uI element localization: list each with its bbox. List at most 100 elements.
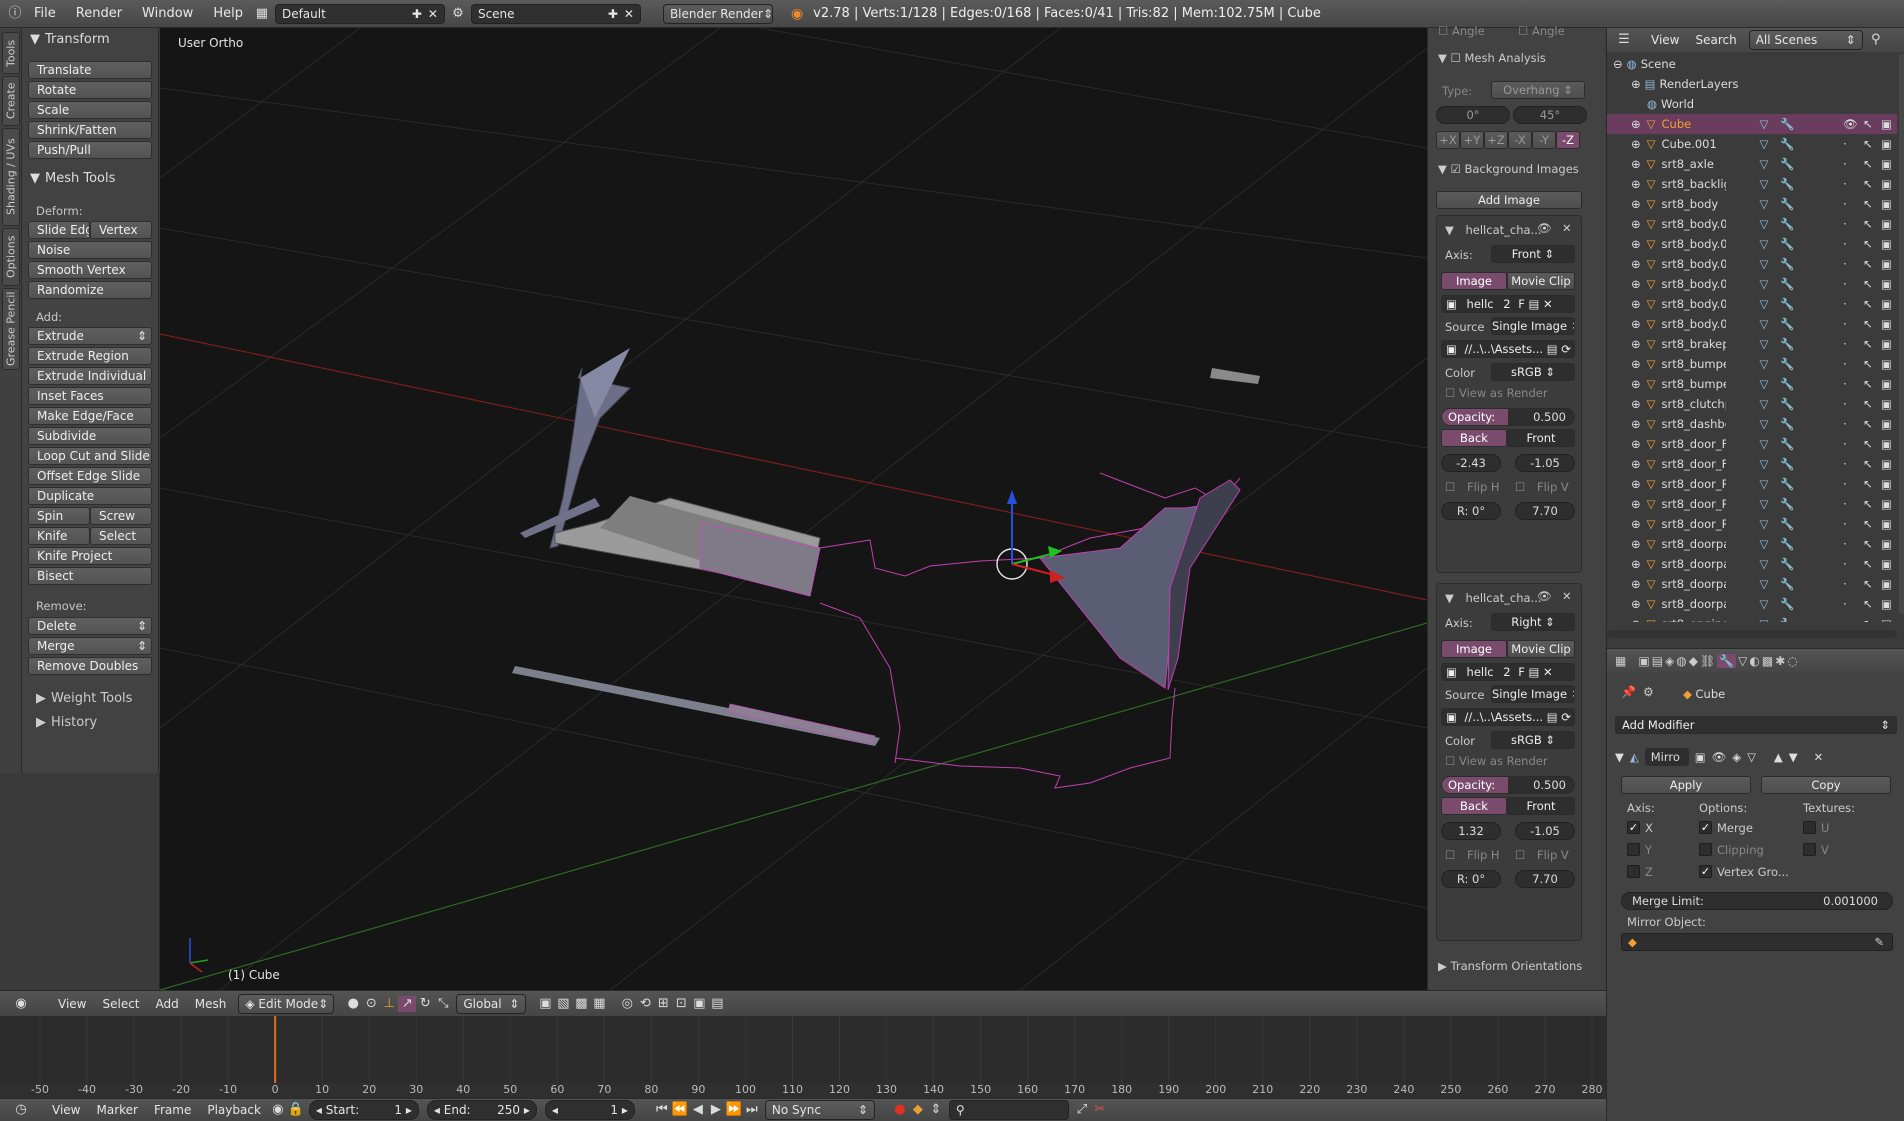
expand-icon[interactable]: ⊕: [1631, 157, 1641, 171]
flip-v-checkbox[interactable]: ☐ Flip V: [1515, 480, 1569, 494]
add-modifier-dropdown[interactable]: Add Modifier ⇕: [1615, 716, 1897, 734]
next-keyframe-icon[interactable]: ⏩: [725, 1102, 743, 1118]
visibility-eye-icon[interactable]: ·: [1843, 197, 1847, 211]
selectability-arrow-icon[interactable]: ↖: [1863, 617, 1873, 622]
renderability-camera-icon[interactable]: ▣: [1881, 317, 1892, 331]
view-as-render-checkbox[interactable]: ☐ View as Render: [1445, 754, 1548, 768]
selectability-arrow-icon[interactable]: ↖: [1863, 117, 1873, 131]
menu-view[interactable]: View: [44, 1103, 88, 1117]
menu-help[interactable]: Help: [203, 6, 253, 21]
outliner-object-row[interactable]: ⊕ ▽ srt8_door_FR ▽ 🔧 · ↖ ▣: [1607, 454, 1897, 474]
expand-icon[interactable]: ⊕: [1631, 117, 1641, 131]
renderability-camera-icon[interactable]: ▣: [1881, 517, 1892, 531]
screen-layout-icon[interactable]: ▦: [253, 6, 271, 22]
renderability-camera-icon[interactable]: ▣: [1881, 177, 1892, 191]
snap-target-icon[interactable]: ⊡: [672, 996, 690, 1012]
extrude-individual-button[interactable]: Extrude Individual: [28, 367, 152, 385]
expand-icon[interactable]: ⊕: [1631, 357, 1641, 371]
expand-icon[interactable]: ⊕: [1631, 177, 1641, 191]
renderability-camera-icon[interactable]: ▣: [1881, 557, 1892, 571]
expand-icon[interactable]: ⊕: [1631, 477, 1641, 491]
pin-icon[interactable]: 📌: [1621, 685, 1636, 699]
outliner-world-row[interactable]: ◍ World: [1607, 94, 1897, 114]
outliner-object-row[interactable]: ⊕ ▽ srt8_body.002 ▽ 🔧 · ↖ ▣: [1607, 234, 1897, 254]
selectability-arrow-icon[interactable]: ↖: [1863, 137, 1873, 151]
menu-playback[interactable]: Playback: [199, 1103, 269, 1117]
visibility-eye-icon[interactable]: ·: [1843, 457, 1847, 471]
expand-icon[interactable]: ⊕: [1631, 137, 1641, 151]
outliner-object-row[interactable]: ⊕ ▽ srt8_door_RL ▽ 🔧 · ↖ ▣: [1607, 474, 1897, 494]
menu-frame[interactable]: Frame: [146, 1103, 199, 1117]
visibility-eye-icon[interactable]: ·: [1843, 257, 1847, 271]
axis-neg-x-button[interactable]: -X: [1508, 131, 1532, 149]
jump-end-icon[interactable]: ⏭: [743, 1102, 761, 1118]
max-angle-field[interactable]: 45°: [1513, 106, 1587, 124]
outliner-object-row[interactable]: ⊕ ▽ srt8_doorpanel_RL ▽ 🔧 · ↖ ▣: [1607, 574, 1897, 594]
extrude-region-button[interactable]: Extrude Region: [28, 347, 152, 365]
renderability-camera-icon[interactable]: ▣: [1881, 357, 1892, 371]
axis-pos-y-button[interactable]: +Y: [1460, 131, 1484, 149]
filepath-field[interactable]: ▣ //..\..\Assets... ▤ ⟳: [1441, 340, 1575, 358]
outliner-object-row[interactable]: ⊕ ▽ srt8_body.004 ▽ 🔧 · ↖ ▣: [1607, 274, 1897, 294]
renderability-camera-icon[interactable]: ▣: [1881, 277, 1892, 291]
menu-file[interactable]: File: [24, 6, 66, 21]
axis-z-checkbox[interactable]: [1627, 865, 1640, 878]
visibility-eye-icon[interactable]: ·: [1843, 157, 1847, 171]
axis-neg-y-button[interactable]: -Y: [1532, 131, 1556, 149]
visibility-eye-icon[interactable]: ·: [1843, 337, 1847, 351]
smooth-vertex-button[interactable]: Smooth Vertex: [28, 261, 152, 279]
remove-scene-icon[interactable]: ✕: [624, 7, 634, 21]
screen-layout-field[interactable]: Default ✚ ✕: [274, 3, 445, 24]
selectability-arrow-icon[interactable]: ↖: [1863, 257, 1873, 271]
offset-y-field[interactable]: -1.05: [1515, 822, 1575, 840]
expand-icon[interactable]: ⊕: [1631, 277, 1641, 291]
texture-u-checkbox[interactable]: [1803, 821, 1816, 834]
subdivide-button[interactable]: Subdivide: [28, 427, 152, 445]
outliner-renderlayers-row[interactable]: ⊕ ▤ RenderLayers: [1607, 74, 1897, 94]
axis-dropdown[interactable]: Right ⇕: [1491, 613, 1575, 631]
expand-icon[interactable]: ⊕: [1631, 337, 1641, 351]
offset-x-field[interactable]: 1.32: [1441, 822, 1501, 840]
knife-select-button[interactable]: Select: [90, 527, 152, 545]
lock-icon[interactable]: 🔒: [287, 1102, 305, 1118]
expand-icon[interactable]: ⊕: [1631, 557, 1641, 571]
render-animation-icon[interactable]: ▤: [708, 996, 726, 1012]
renderability-camera-icon[interactable]: ▣: [1881, 157, 1892, 171]
outliner-object-row[interactable]: ⊕ ▽ srt8_body.006 ▽ 🔧 · ↖ ▣: [1607, 314, 1897, 334]
merge-checkbox[interactable]: ✓: [1699, 821, 1712, 834]
expanded-triangle-icon[interactable]: ▼: [1615, 750, 1624, 764]
outliner-object-row[interactable]: ⊕ ▽ Cube ▽ 🔧 👁 ↖ ▣: [1607, 114, 1897, 134]
movie-clip-tab[interactable]: Movie Clip: [1507, 272, 1575, 290]
back-toggle[interactable]: Back: [1441, 797, 1507, 815]
filepath-field[interactable]: ▣ //..\..\Assets... ▤ ⟳: [1441, 708, 1575, 726]
renderability-camera-icon[interactable]: ▣: [1881, 137, 1892, 151]
object-tab-icon[interactable]: ◆: [1689, 654, 1698, 668]
sync-mode-dropdown[interactable]: No Sync ⇕: [764, 1100, 875, 1120]
remove-doubles-button[interactable]: Remove Doubles: [28, 657, 152, 675]
material-tab-icon[interactable]: ◐: [1749, 654, 1759, 668]
editor-type-3d-icon[interactable]: ◉: [12, 996, 30, 1012]
knife-button[interactable]: Knife: [28, 527, 90, 545]
outliner-scene-row[interactable]: ⊖ ◍ Scene: [1607, 54, 1897, 74]
visibility-eye-icon[interactable]: ·: [1843, 137, 1847, 151]
copy-button[interactable]: Copy: [1761, 776, 1891, 794]
snap-element-icon[interactable]: ⊞: [654, 996, 672, 1012]
outliner-object-row[interactable]: ⊕ ▽ srt8_doorpanel_FR ▽ 🔧 · ↖ ▣: [1607, 554, 1897, 574]
renderability-camera-icon[interactable]: ▣: [1881, 597, 1892, 611]
offset-edge-slide-button[interactable]: Offset Edge Slide: [28, 467, 152, 485]
face-select-icon[interactable]: ▩: [572, 996, 590, 1012]
renderability-camera-icon[interactable]: ▣: [1881, 417, 1892, 431]
scene-icon[interactable]: ⚙: [449, 6, 467, 22]
outliner-object-row[interactable]: ⊕ ▽ srt8_dashboard ▽ 🔧 · ↖ ▣: [1607, 414, 1897, 434]
visibility-eye-icon[interactable]: ·: [1843, 517, 1847, 531]
outliner-object-row[interactable]: ⊕ ▽ srt8_bumper_F ▽ 🔧 · ↖ ▣: [1607, 354, 1897, 374]
expand-icon[interactable]: ⊕: [1631, 497, 1641, 511]
prev-keyframe-icon[interactable]: ⏪: [671, 1102, 689, 1118]
editor-type-timeline-icon[interactable]: ◷: [12, 1102, 30, 1118]
min-angle-field[interactable]: 0°: [1436, 106, 1510, 124]
visibility-eye-icon[interactable]: ·: [1843, 617, 1847, 622]
expand-icon[interactable]: ⊕: [1631, 217, 1641, 231]
outliner-object-row[interactable]: ⊕ ▽ srt8_doorpanel_RR ▽ 🔧 · ↖ ▣: [1607, 594, 1897, 614]
current-frame-field[interactable]: ◂ 1 ▸: [544, 1100, 635, 1120]
selectability-arrow-icon[interactable]: ↖: [1863, 317, 1873, 331]
